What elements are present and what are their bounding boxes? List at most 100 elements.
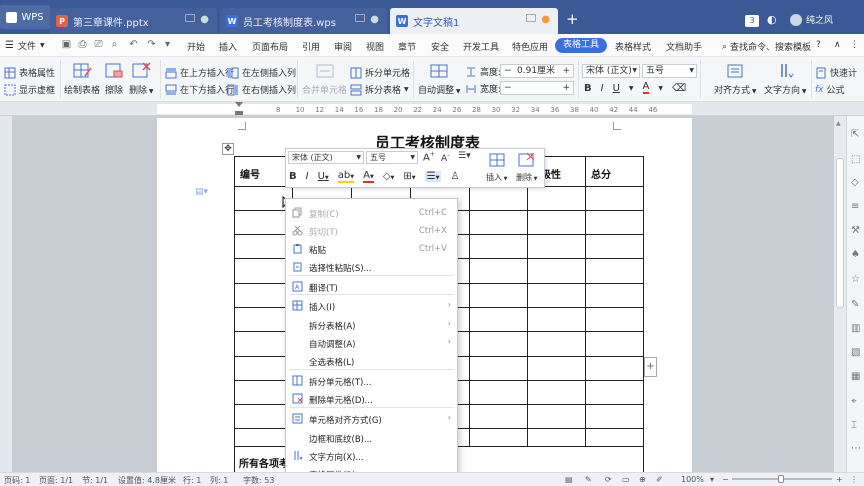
mini-insert-icon[interactable] [488,152,510,168]
menu-references[interactable]: 引用 [302,40,320,53]
mini-font-select[interactable]: 宋体 (正文) ▼ [288,151,364,164]
view-web-icon[interactable]: ⊕ [639,475,646,484]
mini-delete-icon[interactable] [517,152,539,168]
increment-icon[interactable]: + [562,65,570,77]
context-menu-item[interactable]: 全选表格(L) [286,352,457,370]
shapes-icon[interactable]: ◇ [851,178,861,188]
chevron-down-icon[interactable]: ▼ [629,85,634,92]
print-preview-icon[interactable]: ⌕ [109,39,120,50]
status-section[interactable]: 节: 1/1 [82,475,108,486]
context-menu-item[interactable]: 文字方向(X)... [286,447,457,465]
star-icon[interactable]: ☆ [851,275,861,285]
select-icon[interactable]: ⬚ [851,155,861,165]
context-menu-item[interactable]: 拆分表格(A) › [286,316,457,334]
font-name-select[interactable]: 宋体 (正文) ▼ [582,64,640,78]
shading-icon[interactable]: ◇▼ [383,171,395,182]
quick-access-more-icon[interactable]: ▾ [162,39,173,50]
quick-calc-button[interactable]: 快速计 [815,66,857,79]
clear-format-icon[interactable]: ⌫ [672,83,686,94]
insert-row-below-button[interactable]: 在下方插入行 [165,83,234,96]
table-properties-button[interactable]: 表格属性 [4,66,55,79]
menu-insert[interactable]: 插入 [219,40,237,53]
menu-developer[interactable]: 开发工具 [463,40,499,53]
zoom-out-icon[interactable]: − [722,475,729,484]
menu-security[interactable]: 安全 [431,40,449,53]
tool-icon[interactable]: ⚒ [851,226,861,236]
mini-insert-button[interactable]: 插入 ▼ [486,172,507,183]
view-page-icon[interactable]: ▭ [622,475,630,484]
menu-doc-assistant[interactable]: 文档助手 [666,40,702,53]
save-icon[interactable]: ▣ [61,39,72,50]
monitor-icon[interactable] [526,14,536,22]
context-menu-item[interactable]: 边框和底纹(B)... [286,429,457,447]
table-header-cell[interactable]: 总分 [591,166,611,181]
print-icon[interactable]: ⎚ [93,39,104,50]
insert-col-right-button[interactable]: 在右侧插入列 [227,83,296,96]
status-doc-icon[interactable]: ▤ [565,475,573,484]
context-menu-item[interactable]: 拆分单元格(T)... [286,372,457,390]
table-header-cell[interactable]: 编号 [240,166,260,181]
command-search[interactable]: ⌕ 查找命令、搜索模板 [722,40,811,54]
menu-view[interactable]: 视图 [366,40,384,53]
insert-row-above-button[interactable]: 在上方插入行 [165,66,234,79]
indent-marker-icon[interactable] [235,102,243,107]
style-icon[interactable]: ♠ [851,250,861,260]
align-icon[interactable]: ☰▼ [424,171,442,182]
menu-start[interactable]: 开始 [187,40,205,53]
close-dot-icon[interactable]: ● [200,14,209,25]
zoom-dropdown-icon[interactable]: ▾ [710,475,714,484]
menu-review[interactable]: 审阅 [334,40,352,53]
italic-icon[interactable]: I [601,83,604,94]
scrollbar-thumb[interactable] [836,158,844,308]
context-menu-item[interactable]: 插入(I) › [286,297,457,315]
cursor-icon[interactable]: ⌶ [851,421,861,431]
text-direction-button[interactable]: 文字方向 ▼ [764,62,807,96]
draw-table-button[interactable]: 绘制表格 [64,62,100,96]
decrement-icon[interactable]: − [504,65,512,77]
font-size-select[interactable]: 五号 ▼ [642,64,697,78]
redo-icon[interactable]: ↷ [146,39,157,50]
translate-icon[interactable]: ✎ [851,300,861,310]
format-painter-icon[interactable]: ♙ [450,171,459,182]
vertical-ruler[interactable] [0,116,12,472]
context-menu-item[interactable]: 单元格对齐方式(G) › [286,410,457,428]
menu-table-style[interactable]: 表格样式 [615,40,651,53]
decrement-icon[interactable]: − [504,82,512,94]
status-setting[interactable]: 设置值: 4.8厘米 [118,475,176,486]
context-menu-item[interactable]: 复制(C) Ctrl+C [286,204,457,222]
adjust-icon[interactable]: ≡ [851,202,861,212]
file-menu[interactable]: ☰ 文件 ▼ [5,39,45,52]
italic-icon[interactable]: I [306,171,309,182]
status-row[interactable]: 行: 1 [183,475,201,486]
auto-adjust-button[interactable]: 自动调整 ▼ [418,62,461,96]
undo-icon[interactable]: ↶ [128,39,139,50]
doc-tab-wps[interactable]: W 员工考核制度表.wps ● [220,8,387,34]
alignment-button[interactable]: 对齐方式 ▼ [714,62,757,96]
user-account[interactable]: 纯之风 [790,13,833,26]
shrink-font-icon[interactable]: A- [441,152,449,164]
context-menu-item[interactable]: 剪切(T) Ctrl+X [286,222,457,240]
zoom-level[interactable]: 100% [681,475,704,484]
context-menu-item[interactable]: 选择性粘贴(S)... [286,258,457,276]
col-width-stepper[interactable]: − + [500,81,574,95]
context-menu-item[interactable]: 自动调整(A) › [286,334,457,352]
monitor-icon[interactable] [185,14,195,22]
grow-font-icon[interactable]: A+ [423,151,435,163]
more-menu-icon[interactable]: ⋮ [850,40,859,50]
unsaved-dot-icon[interactable]: ● [541,14,550,25]
doc-tab-pptx[interactable]: P 第三章课件.pptx ● [50,8,217,34]
menu-page-layout[interactable]: 页面布局 [252,40,288,53]
mini-size-select[interactable]: 五号 ▼ [366,151,418,164]
export-pdf-icon[interactable]: ⎙ [77,39,88,50]
menu-table-tools[interactable]: 表格工具 [555,38,608,53]
new-tab-button[interactable]: + [566,12,579,27]
left-margin-marker-icon[interactable] [235,111,243,115]
scroll-up-icon[interactable]: ▲ [836,120,841,127]
zoom-slider-thumb[interactable] [778,475,784,483]
status-word-count[interactable]: 字数: 53 [243,475,274,486]
layout-icon[interactable]: ▦ [851,372,861,382]
menu-chapter[interactable]: 章节 [398,40,416,53]
delete-button[interactable]: 删除 ▼ [129,62,154,96]
list-icon[interactable]: ☰▾ [458,151,471,161]
doc-tab-active[interactable]: W 文字文稿1 ● [390,8,558,34]
